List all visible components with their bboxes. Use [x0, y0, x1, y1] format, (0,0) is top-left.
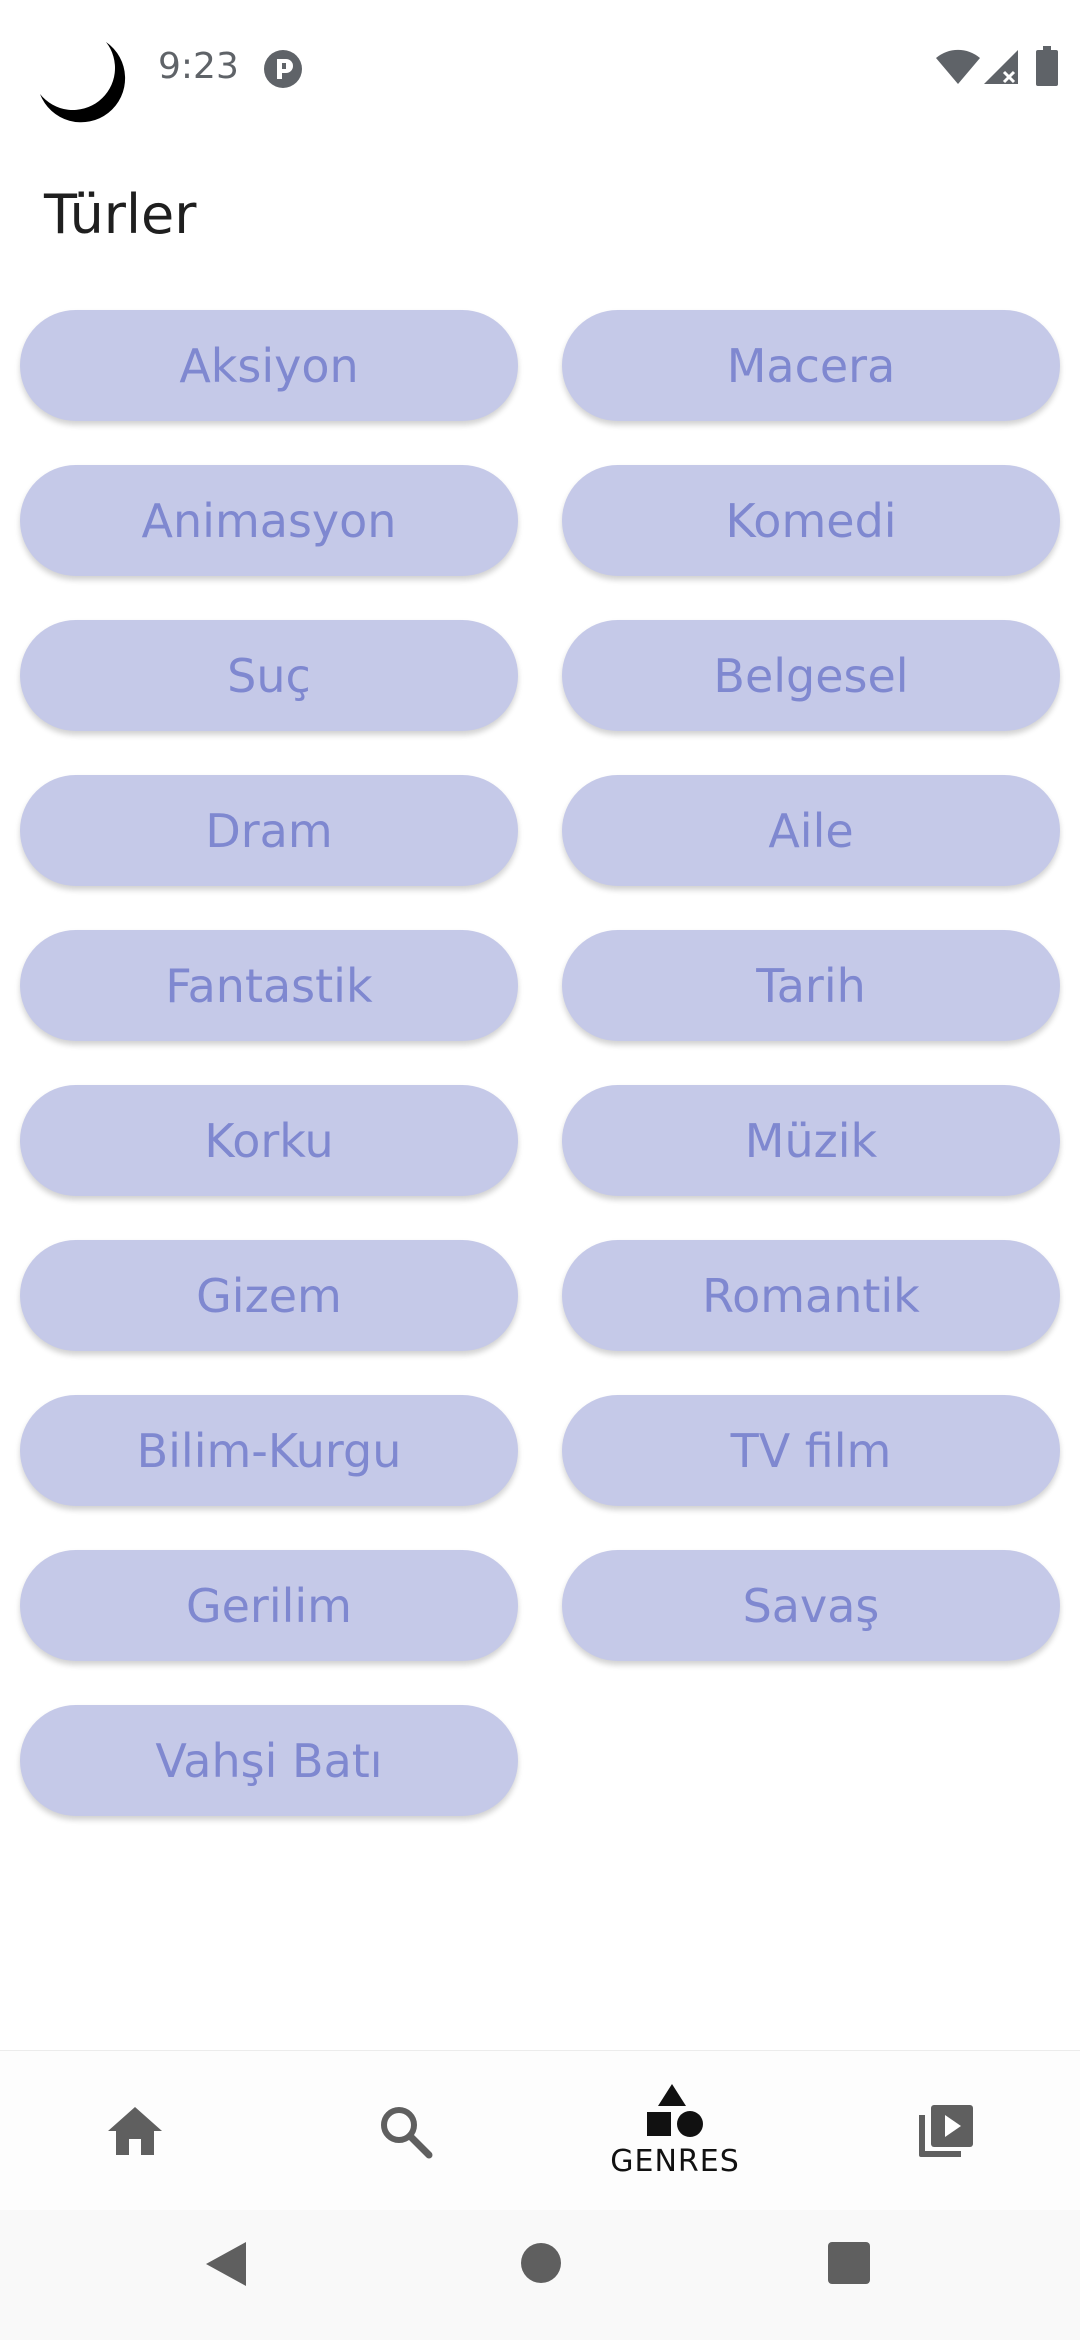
home-icon	[108, 2107, 162, 2155]
genre-chip-muzik[interactable]: Müzik	[562, 1085, 1060, 1196]
genre-chip-komedi[interactable]: Komedi	[562, 465, 1060, 576]
genre-chip-romantik[interactable]: Romantik	[562, 1240, 1060, 1351]
signal-icon	[984, 50, 1018, 84]
nav-label-genres: GENRES	[610, 2143, 740, 2179]
notification-icon	[264, 50, 302, 88]
nav-item-library[interactable]	[810, 2051, 1080, 2211]
genre-chip-tarih[interactable]: Tarih	[562, 930, 1060, 1041]
genre-chip-bilim-kurgu[interactable]: Bilim-Kurgu	[20, 1395, 518, 1506]
nav-item-genres[interactable]: GENRES	[540, 2051, 810, 2211]
battery-icon	[1036, 46, 1058, 86]
screen: 9:23 Türler Aksiyon Macera Animasyon Kom…	[0, 0, 1080, 2340]
back-icon[interactable]	[204, 2240, 248, 2288]
genre-grid: Aksiyon Macera Animasyon Komedi Suç Belg…	[20, 310, 1060, 1816]
search-icon	[381, 2107, 433, 2159]
genre-chip-korku[interactable]: Korku	[20, 1085, 518, 1196]
genre-chip-vahsi-bati[interactable]: Vahşi Batı	[20, 1705, 518, 1816]
bottom-nav: GENRES	[0, 2050, 1080, 2211]
status-bar: 9:23	[0, 0, 1080, 140]
wifi-icon	[936, 49, 980, 84]
genre-chip-fantastik[interactable]: Fantastik	[20, 930, 518, 1041]
home-button-icon[interactable]	[520, 2242, 562, 2284]
genres-icon	[647, 2083, 703, 2137]
genre-chip-gizem[interactable]: Gizem	[20, 1240, 518, 1351]
moon-icon	[40, 42, 126, 123]
nav-item-home[interactable]	[0, 2051, 270, 2211]
genre-chip-savas[interactable]: Savaş	[562, 1550, 1060, 1661]
genre-chip-gerilim[interactable]: Gerilim	[20, 1550, 518, 1661]
genre-chip-aile[interactable]: Aile	[562, 775, 1060, 886]
genre-chip-macera[interactable]: Macera	[562, 310, 1060, 421]
genre-chip-suc[interactable]: Suç	[20, 620, 518, 731]
genre-chip-belgesel[interactable]: Belgesel	[562, 620, 1060, 731]
status-time: 9:23	[158, 46, 239, 87]
recents-icon[interactable]	[828, 2242, 870, 2284]
genre-chip-animasyon[interactable]: Animasyon	[20, 465, 518, 576]
nav-item-search[interactable]	[270, 2051, 540, 2211]
genre-chip-dram[interactable]: Dram	[20, 775, 518, 886]
system-nav-bar	[0, 2210, 1080, 2340]
genre-chip-aksiyon[interactable]: Aksiyon	[20, 310, 518, 421]
genre-chip-tv-film[interactable]: TV film	[562, 1395, 1060, 1506]
video-library-icon	[919, 2105, 973, 2157]
page-title: Türler	[44, 183, 197, 246]
